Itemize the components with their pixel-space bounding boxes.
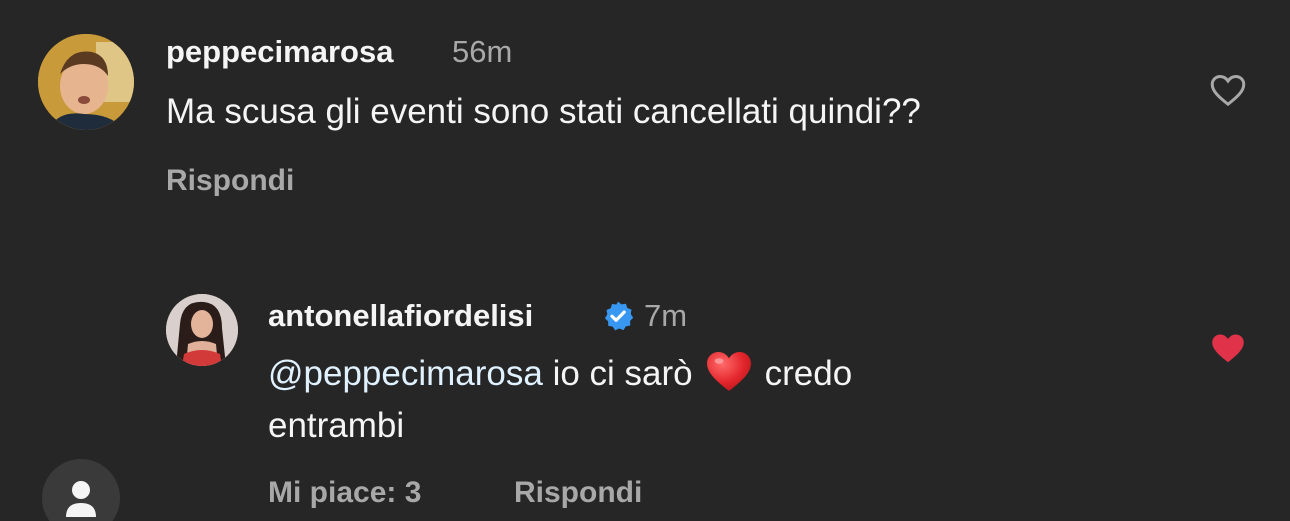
comment-text: Ma scusa gli eventi sono stati cancellat…: [166, 92, 921, 131]
reply-text-line2: entrambi: [268, 406, 405, 445]
heart-outline-icon: [1210, 74, 1246, 107]
reply-avatar-image: [166, 294, 238, 366]
reply-text-end: credo: [764, 354, 853, 393]
comments-thread: peppecimarosa 56m Ma scusa gli eventi so…: [0, 0, 1290, 521]
reply-text: @peppecimarosa io ci sarò credo entrambi: [268, 348, 1168, 452]
commenter-avatar-image: [38, 34, 134, 130]
reply-text-part: io ci sarò: [552, 354, 693, 393]
likes-count[interactable]: Mi piace: 3: [268, 476, 421, 510]
commenter-username[interactable]: peppecimarosa: [166, 34, 393, 70]
current-user-avatar[interactable]: [42, 459, 120, 521]
red-heart-emoji: [706, 352, 751, 391]
heart-filled-icon: [1212, 334, 1244, 363]
reply-like-button[interactable]: [1208, 328, 1248, 368]
user-silhouette-icon: [66, 481, 96, 517]
verified-badge-icon: [604, 301, 634, 331]
reply-timestamp: 7m: [644, 298, 688, 333]
like-button[interactable]: [1208, 70, 1248, 110]
reply-reply-button[interactable]: Rispondi: [514, 476, 642, 510]
mention-link[interactable]: @peppecimarosa: [268, 354, 543, 393]
reply-button[interactable]: Rispondi: [166, 164, 294, 198]
comment-timestamp: 56m: [452, 34, 513, 69]
commenter-avatar[interactable]: [38, 34, 134, 130]
reply-username[interactable]: antonellafiordelisi: [268, 298, 533, 334]
reply-avatar[interactable]: [166, 294, 238, 366]
